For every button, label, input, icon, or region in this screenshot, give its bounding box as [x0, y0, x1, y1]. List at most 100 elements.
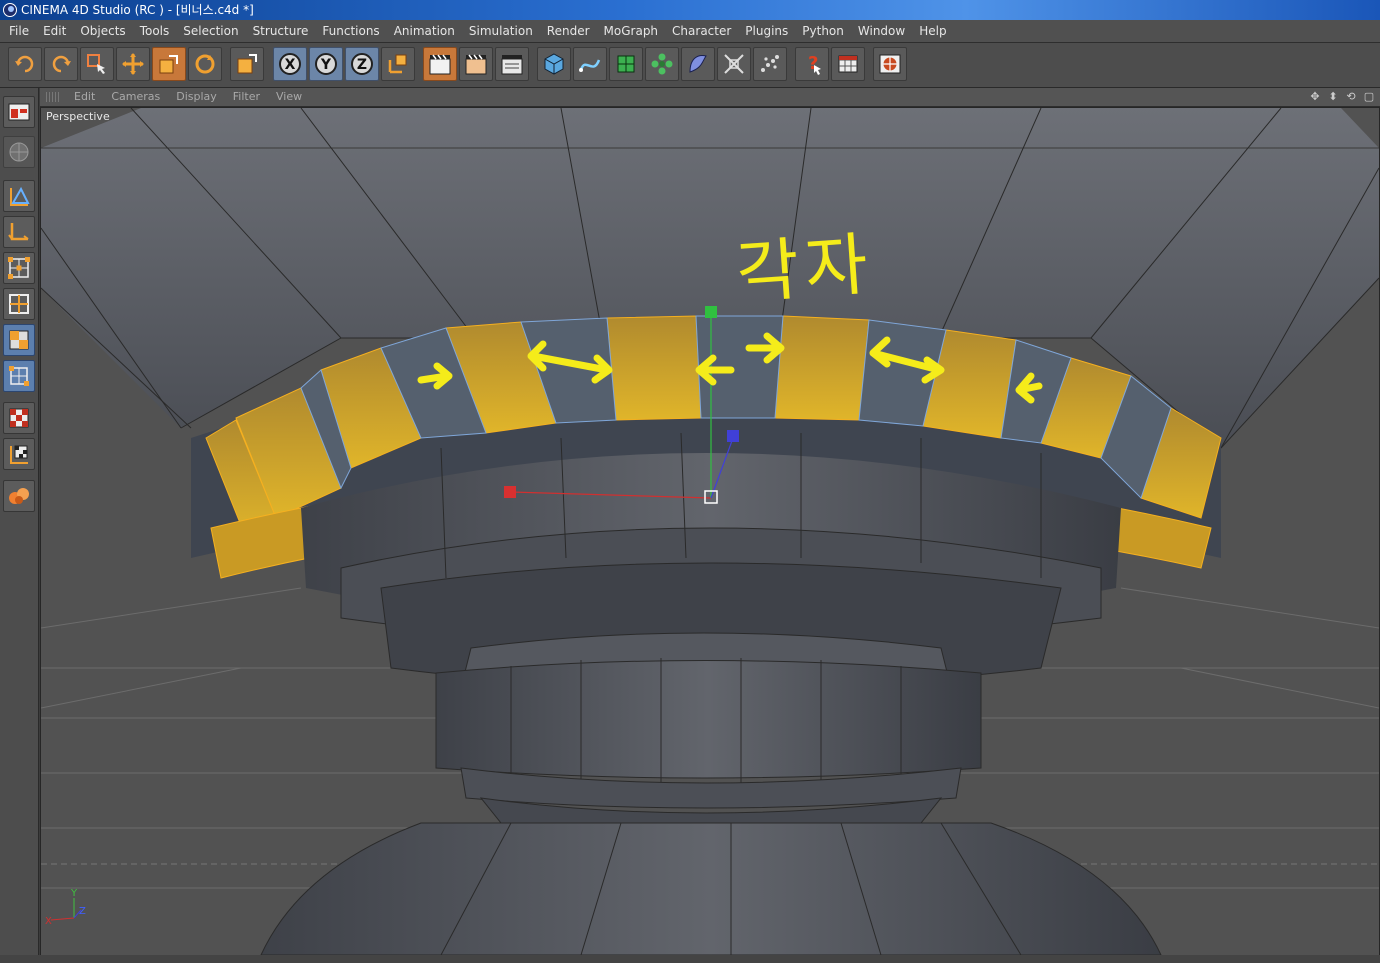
help-button[interactable]: ? — [795, 47, 829, 81]
edges-mode-button[interactable] — [3, 288, 35, 320]
move-button[interactable] — [116, 47, 150, 81]
menu-structure[interactable]: Structure — [246, 20, 316, 42]
triad-x-label: X — [45, 916, 52, 927]
menu-edit[interactable]: Edit — [36, 20, 73, 42]
render-view-button[interactable] — [423, 47, 457, 81]
browser-icon — [879, 54, 901, 74]
cube-button[interactable] — [537, 47, 571, 81]
menu-bar: File Edit Objects Tools Selection Struct… — [0, 20, 1380, 43]
undo-icon — [15, 55, 34, 73]
workplane-mode-button[interactable] — [3, 180, 35, 212]
redo-button[interactable] — [44, 47, 78, 81]
texture-mode-icon — [9, 142, 29, 162]
browser-button[interactable] — [873, 47, 907, 81]
polygons-mode-button[interactable] — [3, 324, 35, 356]
viewport-menu-filter[interactable]: Filter — [225, 88, 268, 106]
edges-mode-icon — [9, 294, 29, 314]
maximize-view-icon[interactable]: ▢ — [1362, 90, 1376, 104]
coordinate-system-icon — [388, 54, 407, 74]
menu-tools[interactable]: Tools — [133, 20, 177, 42]
menu-file[interactable]: File — [0, 20, 36, 42]
y-axis-handle[interactable] — [705, 306, 717, 318]
scene-icon — [724, 54, 744, 74]
menu-simulation[interactable]: Simulation — [462, 20, 540, 42]
spline-icon — [579, 59, 601, 72]
deformer-button[interactable] — [681, 47, 715, 81]
rotate-button[interactable] — [188, 47, 222, 81]
help-icon: ? — [808, 53, 821, 75]
viewport-grip-icon[interactable] — [46, 92, 60, 102]
x-axis-label: X — [285, 57, 296, 73]
z-axis-icon: Z — [351, 53, 373, 75]
array-icon — [651, 53, 673, 75]
scale-button[interactable] — [152, 47, 186, 81]
particle-button[interactable] — [753, 47, 787, 81]
menu-functions[interactable]: Functions — [315, 20, 386, 42]
y-axis-button[interactable]: Y — [309, 47, 343, 81]
y-axis-label: Y — [320, 57, 332, 73]
x-axis-handle[interactable] — [504, 486, 516, 498]
undo-button[interactable] — [8, 47, 42, 81]
nurbs-button[interactable] — [609, 47, 643, 81]
viewport-menu-cameras[interactable]: Cameras — [103, 88, 168, 106]
use-model-button[interactable] — [3, 96, 35, 128]
animation-mode-icon — [10, 445, 28, 464]
scale-icon — [159, 55, 178, 74]
z-axis-handle[interactable] — [727, 430, 739, 442]
last-tool-button[interactable] — [230, 47, 264, 81]
z-axis-label: Z — [357, 57, 367, 73]
model-mode-icon — [8, 103, 30, 121]
points-mode-button[interactable] — [3, 252, 35, 284]
main-toolbar: X Y Z ? — [0, 43, 1380, 88]
menu-help[interactable]: Help — [912, 20, 953, 42]
menu-window[interactable]: Window — [851, 20, 912, 42]
render-settings-icon — [501, 55, 523, 75]
z-axis-button[interactable]: Z — [345, 47, 379, 81]
sculpt-icon — [9, 488, 29, 504]
base-mesh — [260, 822, 1162, 955]
move-icon — [122, 53, 144, 75]
menu-character[interactable]: Character — [665, 20, 738, 42]
menu-selection[interactable]: Selection — [176, 20, 245, 42]
points-mode-icon — [8, 257, 30, 279]
perspective-viewport[interactable]: Y Z X Perspective 각자 — [40, 107, 1380, 956]
pan-view-icon[interactable]: ✥ — [1308, 90, 1322, 104]
texture-mode-button[interactable] — [3, 136, 35, 168]
sculpt-mode-button[interactable] — [3, 480, 35, 512]
dolly-view-icon[interactable]: ⬍ — [1326, 90, 1340, 104]
x-axis-button[interactable]: X — [273, 47, 307, 81]
viewport-menu-view[interactable]: View — [268, 88, 310, 106]
menu-animation[interactable]: Animation — [387, 20, 462, 42]
cinema4d-logo-icon — [3, 3, 17, 17]
menu-objects[interactable]: Objects — [73, 20, 132, 42]
coordinate-system-button[interactable] — [381, 47, 415, 81]
cube-icon — [544, 53, 564, 75]
checker-icon — [9, 408, 29, 428]
render-picture-viewer-icon — [465, 54, 487, 75]
live-selection-button[interactable] — [80, 47, 114, 81]
viewport-nav-icons: ✥ ⬍ ⟲ ▢ — [1308, 90, 1376, 104]
mode-palette — [0, 88, 39, 963]
nurbs-icon — [617, 55, 635, 73]
menu-mograph[interactable]: MoGraph — [597, 20, 666, 42]
layout-icon — [838, 55, 858, 73]
render-settings-button[interactable] — [495, 47, 529, 81]
deformer-icon — [689, 55, 707, 73]
uv-mode-button[interactable] — [3, 360, 35, 392]
axis-mode-button[interactable] — [3, 216, 35, 248]
live-selection-icon — [87, 54, 105, 74]
rotate-view-icon[interactable]: ⟲ — [1344, 90, 1358, 104]
scene-button[interactable] — [717, 47, 751, 81]
status-bar — [0, 955, 1380, 963]
animation-mode-button[interactable] — [3, 438, 35, 470]
layout-button[interactable] — [831, 47, 865, 81]
render-picture-viewer-button[interactable] — [459, 47, 493, 81]
tweak-mode-button[interactable] — [3, 402, 35, 434]
spline-button[interactable] — [573, 47, 607, 81]
menu-render[interactable]: Render — [540, 20, 597, 42]
menu-plugins[interactable]: Plugins — [738, 20, 795, 42]
viewport-menu-display[interactable]: Display — [168, 88, 225, 106]
viewport-menu-edit[interactable]: Edit — [66, 88, 103, 106]
array-button[interactable] — [645, 47, 679, 81]
menu-python[interactable]: Python — [795, 20, 851, 42]
